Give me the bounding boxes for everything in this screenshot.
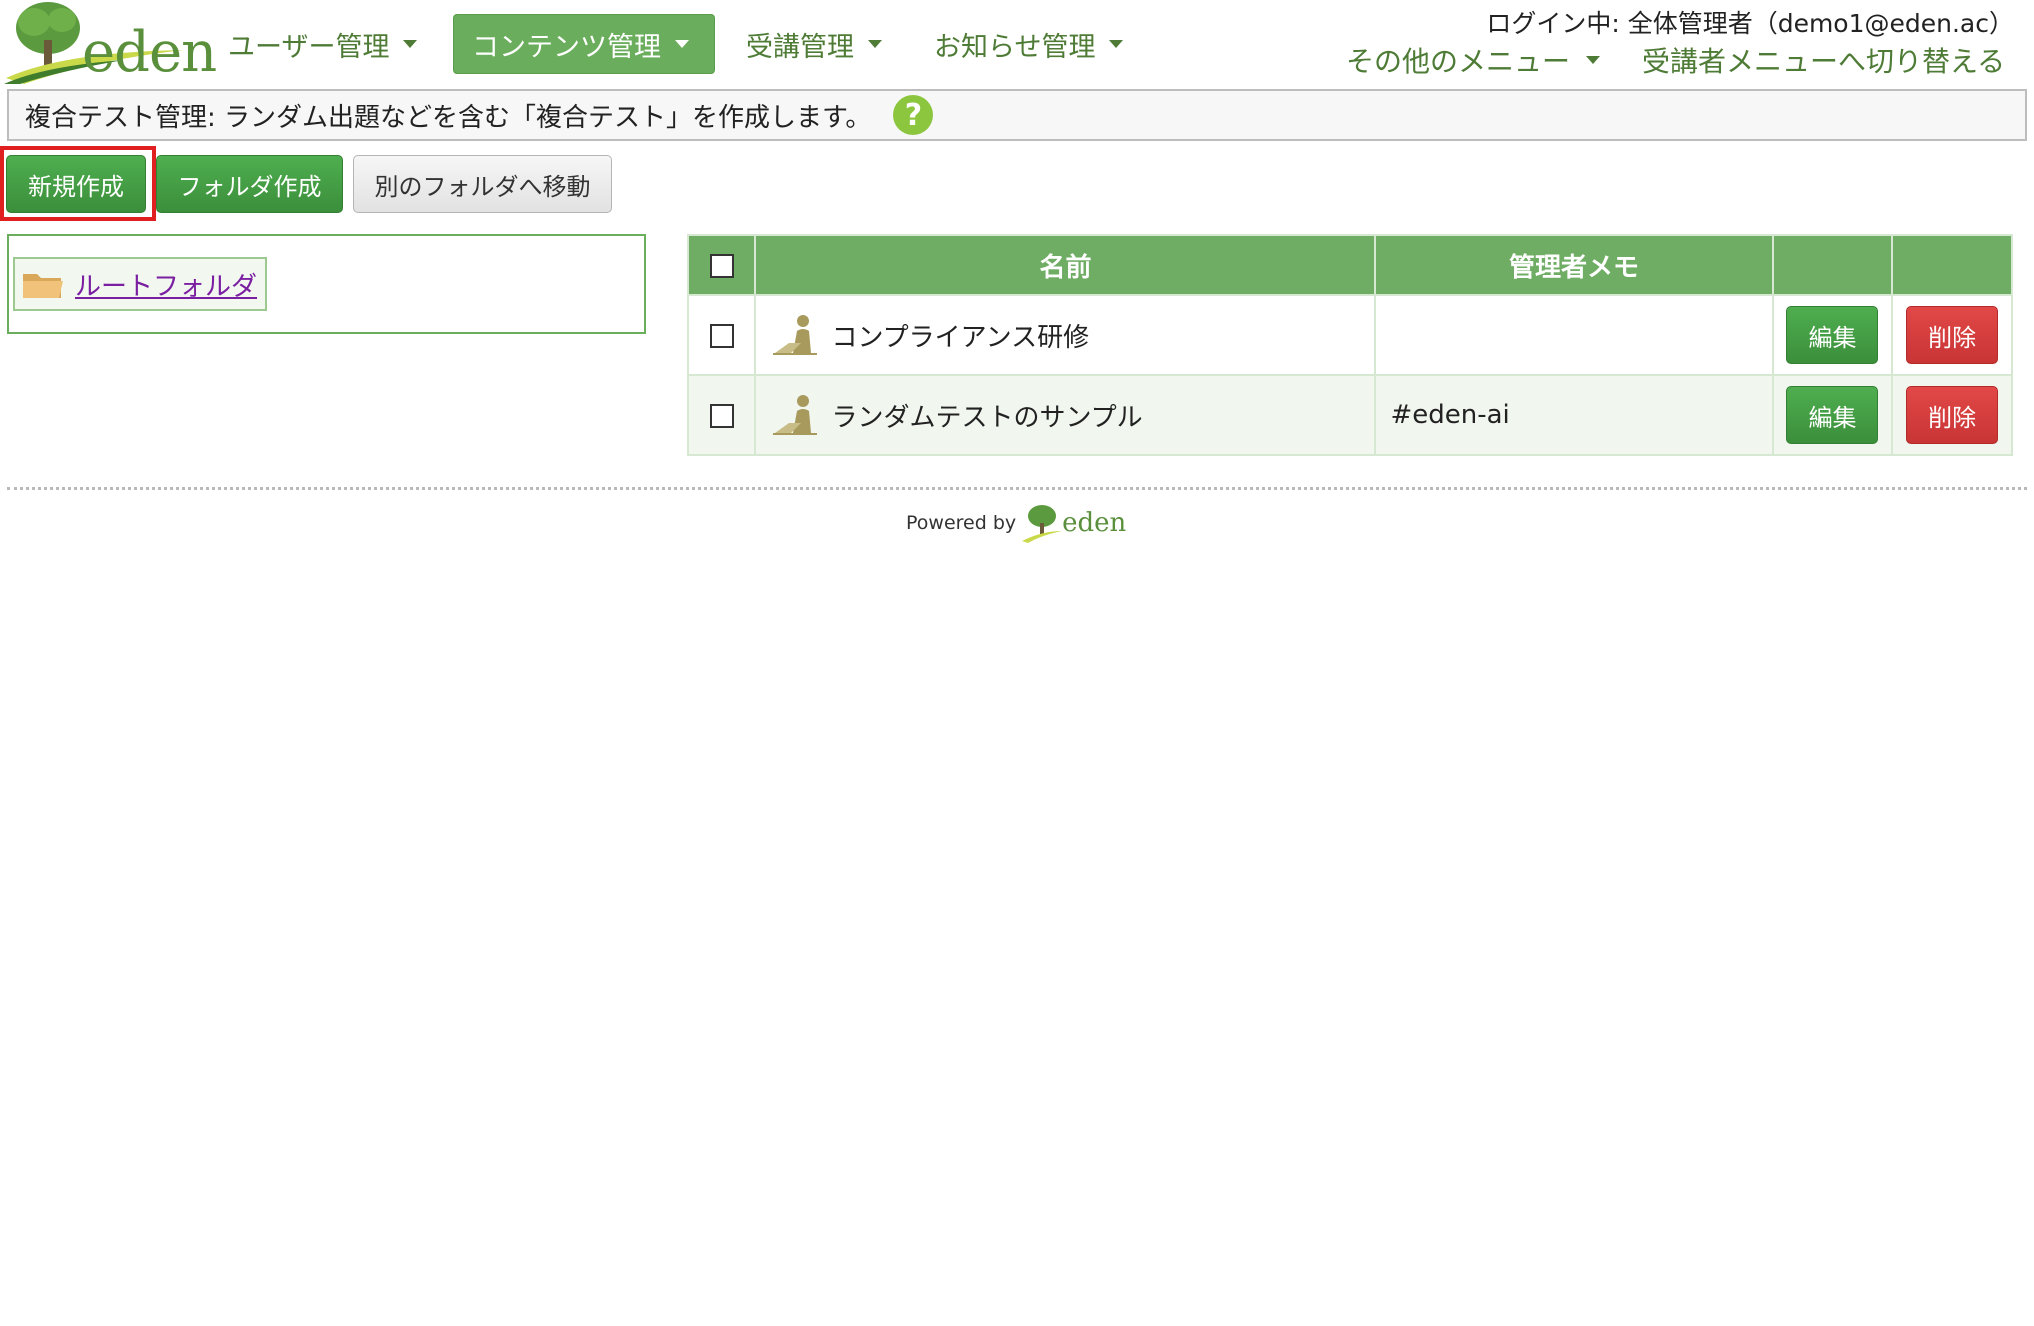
powered-by: Powered by eden	[906, 503, 1126, 543]
switch-to-learner-link[interactable]: 受講者メニューへ切り替える	[1642, 40, 2005, 80]
column-header-name: 名前	[754, 234, 1377, 296]
table-row: コンプライアンス研修 編集 削除	[686, 294, 2013, 376]
column-header-edit	[1771, 234, 1894, 296]
learner-icon	[773, 315, 818, 355]
nav-content-management[interactable]: コンテンツ管理	[453, 14, 715, 74]
column-header-memo: 管理者メモ	[1374, 234, 1774, 296]
nav-course-management-label: 受講管理	[746, 31, 854, 63]
caret-down-icon	[403, 40, 418, 48]
caret-down-icon	[1586, 56, 1601, 64]
nav-content-management-label: コンテンツ管理	[472, 31, 661, 63]
caret-down-icon	[675, 40, 689, 48]
page-description: 複合テスト管理: ランダム出題などを含む「複合テスト」を作成します。	[25, 102, 872, 133]
row-edit-cell: 編集	[1771, 374, 1894, 456]
row-name[interactable]: ランダムテストのサンプル	[831, 397, 1142, 434]
row-delete-cell: 削除	[1891, 374, 2013, 456]
logo-wordmark: eden	[82, 20, 217, 85]
delete-button[interactable]: 削除	[1906, 386, 1999, 444]
row-checkbox[interactable]	[709, 323, 734, 348]
edit-button[interactable]: 編集	[1786, 386, 1879, 444]
nav-notice-management[interactable]: お知らせ管理	[916, 14, 1141, 74]
row-name[interactable]: コンプライアンス研修	[831, 317, 1089, 354]
powered-by-text: Powered by	[906, 512, 1017, 534]
create-folder-button[interactable]: フォルダ作成	[156, 155, 343, 213]
nav-course-management[interactable]: 受講管理	[728, 14, 900, 74]
footer-divider	[7, 487, 2027, 490]
column-header-delete	[1891, 234, 2013, 296]
delete-button[interactable]: 削除	[1906, 306, 1999, 364]
row-name-cell: ランダムテストのサンプル	[754, 374, 1377, 456]
content-table: 名前 管理者メモ コンプライアンス研修 編集 削除 ランダムテストのサンプル #…	[686, 234, 2013, 456]
row-memo: #eden-ai	[1374, 374, 1774, 456]
other-menu-dropdown[interactable]: その他のメニュー	[1346, 40, 1601, 80]
footer-logo-wordmark: eden	[1062, 508, 1127, 538]
caret-down-icon	[868, 40, 882, 48]
select-all-cell	[686, 234, 757, 296]
row-select-cell	[686, 294, 757, 376]
row-name-cell: コンプライアンス研修	[754, 294, 1377, 376]
tree-node-root[interactable]: ルートフォルダ	[13, 257, 268, 311]
edit-button[interactable]: 編集	[1786, 306, 1879, 364]
caret-down-icon	[1109, 40, 1124, 48]
new-create-button[interactable]: 新規作成	[6, 155, 146, 213]
select-all-checkbox[interactable]	[709, 253, 734, 278]
nav-user-management[interactable]: ユーザー管理	[210, 14, 435, 74]
learner-icon	[773, 395, 818, 435]
other-menu-label: その他のメニュー	[1346, 45, 1571, 78]
folder-icon	[23, 274, 63, 298]
move-to-folder-button[interactable]: 別のフォルダへ移動	[353, 155, 612, 213]
login-status: ログイン中: 全体管理者（demo1@eden.ac）	[1486, 9, 2014, 38]
nav-notice-management-label: お知らせ管理	[934, 31, 1096, 63]
row-delete-cell: 削除	[1891, 294, 2013, 376]
row-edit-cell: 編集	[1771, 294, 1894, 376]
row-memo	[1374, 294, 1774, 376]
help-icon[interactable]: ?	[893, 95, 934, 135]
tree-logo-icon	[1022, 505, 1063, 543]
table-row: ランダムテストのサンプル #eden-ai 編集 削除	[686, 374, 2013, 456]
row-select-cell	[686, 374, 757, 456]
row-checkbox[interactable]	[709, 403, 734, 428]
page-description-bar: 複合テスト管理: ランダム出題などを含む「複合テスト」を作成します。 ?	[7, 89, 2027, 141]
tree-node-root-label: ルートフォルダ	[75, 271, 258, 302]
nav-user-management-label: ユーザー管理	[228, 31, 390, 63]
table-header-row: 名前 管理者メモ	[686, 234, 2013, 296]
